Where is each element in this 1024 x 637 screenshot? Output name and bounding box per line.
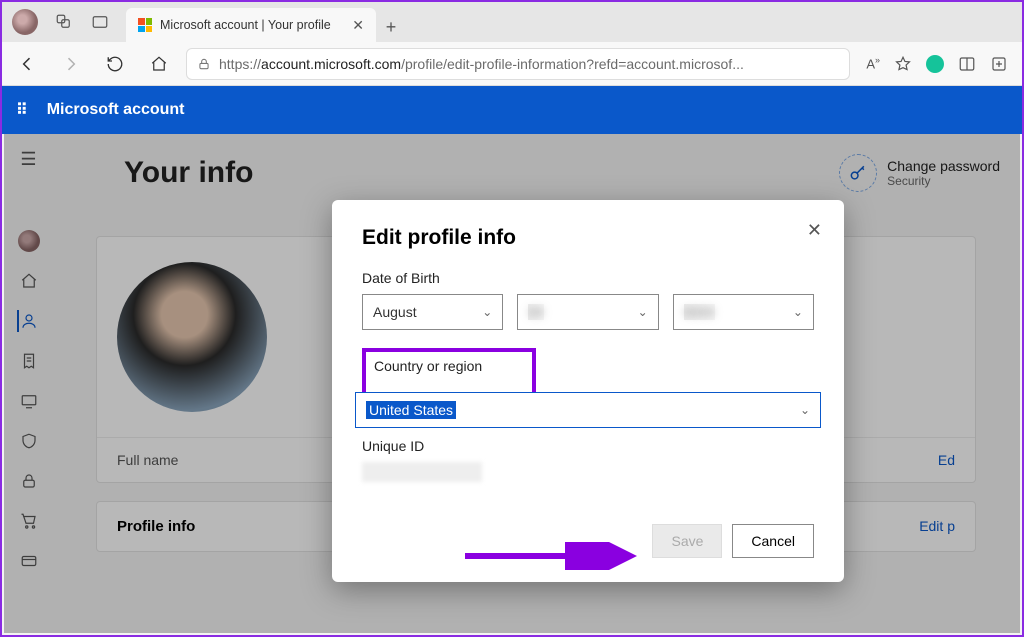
app-header: ⠿ Microsoft account [2,86,1022,134]
cancel-button[interactable]: Cancel [732,524,814,558]
forward-button [54,47,88,81]
save-button[interactable]: Save [652,524,722,558]
profile-avatar-icon[interactable] [12,9,38,35]
context-sidebar: ☰ [4,134,54,633]
chevron-down-icon: ⌄ [638,305,648,319]
modal-title: Edit profile info [362,226,814,250]
unique-id-value [362,462,482,482]
dob-month-value: August [373,304,417,320]
home-button[interactable] [142,47,176,81]
dob-month-select[interactable]: August ⌄ [362,294,503,330]
tab-title: Microsoft account | Your profile [160,18,331,32]
region-label: Country or region [374,358,524,374]
close-modal-button[interactable]: ✕ [807,220,822,241]
dob-year-value: 0000 [684,304,715,320]
browser-titlebar: Microsoft account | Your profile ✕ + [2,2,1022,42]
key-icon [839,154,877,192]
app-title: Microsoft account [47,101,185,119]
edit-name-link[interactable]: Ed [938,452,955,468]
read-aloud-icon[interactable]: A» [866,55,880,71]
profile-info-label: Profile info [117,518,195,535]
profile-photo[interactable] [117,262,267,412]
sidebar-home-icon[interactable] [18,270,40,292]
favorite-icon[interactable] [894,55,912,73]
menu-icon[interactable]: ☰ [18,148,40,170]
country-region-select[interactable]: United States ⌄ [355,392,821,428]
close-tab-icon[interactable]: ✕ [352,17,364,34]
lock-icon [197,57,211,71]
change-password-sub: Security [887,174,1000,188]
taskview-icon[interactable] [90,12,110,32]
full-name-label: Full name [117,452,178,468]
dob-year-select[interactable]: 0000 ⌄ [673,294,814,330]
dob-day-value: 00 [528,304,544,320]
browser-address-bar: https://account.microsoft.com/profile/ed… [2,42,1022,86]
microsoft-logo-icon [138,18,152,32]
change-password-tile[interactable]: Change password Security [839,154,1000,192]
dob-day-select[interactable]: 00 ⌄ [517,294,658,330]
app-launcher-icon[interactable]: ⠿ [16,100,29,120]
sidebar-payment-icon[interactable] [18,550,40,572]
edit-profile-link[interactable]: Edit p [919,518,955,535]
sidebar-devices-icon[interactable] [18,390,40,412]
workspaces-icon[interactable] [54,12,74,32]
url-text: https://account.microsoft.com/profile/ed… [219,56,744,72]
country-region-value: United States [366,401,456,419]
sidebar-profile-icon[interactable] [17,310,39,332]
sidebar-avatar-icon[interactable] [18,230,40,252]
collections-icon[interactable] [990,55,1008,73]
sidebar-receipt-icon[interactable] [18,350,40,372]
grammarly-icon[interactable] [926,55,944,73]
refresh-button[interactable] [98,47,132,81]
chevron-down-icon: ⌄ [800,403,810,417]
split-screen-icon[interactable] [958,55,976,73]
back-button[interactable] [10,47,44,81]
dob-label: Date of Birth [362,270,814,286]
chevron-down-icon: ⌄ [482,305,492,319]
new-tab-button[interactable]: + [376,17,406,42]
sidebar-privacy-icon[interactable] [18,430,40,452]
chevron-down-icon: ⌄ [793,305,803,319]
sidebar-security-icon[interactable] [18,470,40,492]
change-password-label: Change password [887,158,1000,174]
url-input[interactable]: https://account.microsoft.com/profile/ed… [186,48,850,80]
edit-profile-modal: Edit profile info ✕ Date of Birth August… [332,200,844,582]
sidebar-cart-icon[interactable] [18,510,40,532]
unique-id-label: Unique ID [362,438,814,454]
browser-tab[interactable]: Microsoft account | Your profile ✕ [126,8,376,42]
